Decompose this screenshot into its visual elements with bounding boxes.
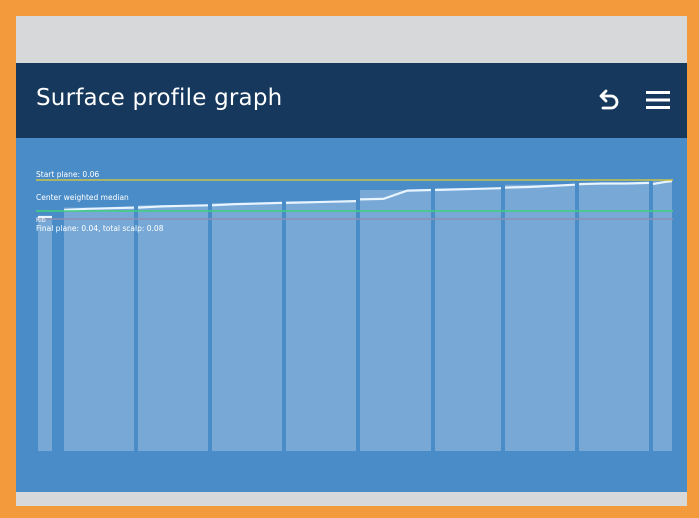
profile-segment-bar (212, 202, 282, 451)
center-median-label: Center weighted median (36, 193, 129, 202)
device-frame: Surface profile graph Start plane: 0.06 … (0, 0, 699, 518)
final-plane-label: Final plane: 0.04, total scalp: 0.08 (36, 224, 164, 233)
profile-segment-bar (138, 205, 208, 451)
menu-button[interactable] (643, 83, 673, 117)
profile-segment-bar (653, 181, 672, 451)
profile-segment-bar (435, 188, 501, 451)
profile-segment-bar (64, 207, 134, 451)
undo-arrow-icon (599, 89, 619, 110)
profile-segment-bar (286, 201, 356, 451)
chart-svg: Start plane: 0.06 Center weighted median F… (16, 138, 687, 492)
start-plane-label: Start plane: 0.06 (36, 170, 99, 179)
page-title: Surface profile graph (36, 85, 283, 111)
small-marker-label: Rib (36, 217, 46, 224)
profile-segment-bar (505, 184, 575, 451)
title-bar: Surface profile graph (16, 63, 687, 138)
hamburger-menu-icon (646, 91, 670, 109)
profile-segment-line (578, 181, 650, 186)
app-screen: Surface profile graph Start plane: 0.06 … (16, 63, 687, 492)
profile-segment-bar (38, 217, 52, 451)
device-bezel: Surface profile graph Start plane: 0.06 … (16, 16, 687, 506)
surface-profile-chart[interactable]: Start plane: 0.06 Center weighted median F… (16, 138, 687, 492)
profile-segment-bar (360, 189, 431, 451)
back-button[interactable] (593, 83, 623, 117)
profile-segment-bar (579, 182, 649, 451)
